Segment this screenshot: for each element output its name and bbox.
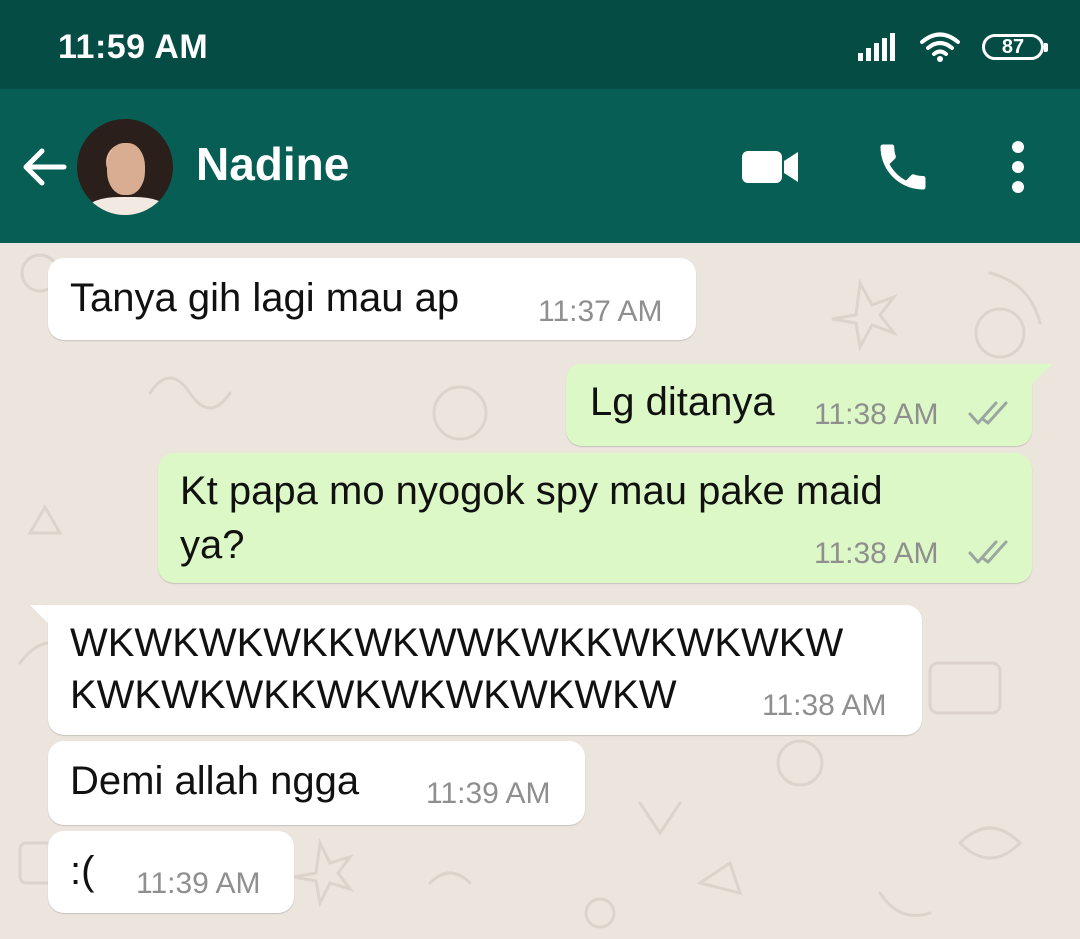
message-text-line: KWKWKWKKWKWKWKWKWKW [70,673,677,717]
message-text: :( [70,849,95,893]
status-bar: 11:59 AM 87 [0,0,1080,89]
message-bubble-outgoing[interactable]: Kt papa mo nyogok spy mau pake maid ya? … [158,453,1032,583]
battery-icon: 87 [982,34,1048,60]
message-time: 11:39 AM [136,867,261,900]
chat-area[interactable]: Tanya gih lagi mau ap 11:37 AM Lg ditany… [0,243,1080,939]
message-text: Tanya gih lagi mau ap [70,276,460,320]
message-bubble-incoming[interactable]: Tanya gih lagi mau ap 11:37 AM [48,258,696,340]
message-text: Demi allah ngga [70,759,360,803]
battery-level: 87 [1001,35,1025,58]
message-text-line: WKWKWKWKKWKWWKWKKWKWKWKW [70,621,844,665]
message-text-line: Kt papa mo nyogok spy mau pake maid [180,469,883,513]
double-check-icon [968,401,1008,425]
message-bubble-incoming[interactable]: Demi allah ngga 11:39 AM [48,741,585,825]
status-icons: 87 [858,30,1048,64]
message-time: 11:38 AM [814,398,939,431]
double-check-icon [968,540,1008,564]
wifi-icon [920,32,960,62]
message-text: Lg ditanya [590,380,775,424]
avatar-face [107,143,145,195]
message-time: 11:38 AM [814,537,939,570]
message-time: 11:39 AM [426,777,551,810]
status-time: 11:59 AM [58,28,209,66]
video-call-icon[interactable] [740,137,800,197]
signal-icon [858,33,895,61]
message-bubble-outgoing[interactable]: Lg ditanya 11:38 AM [566,364,1032,446]
chat-header: Nadine [0,89,1080,243]
message-bubble-incoming[interactable]: WKWKWKWKKWKWWKWKKWKWKWKW KWKWKWKKWKWKWKW… [48,605,922,735]
avatar-shirt [87,197,167,215]
avatar[interactable] [77,119,173,215]
bubble-tail-outgoing [1030,364,1052,386]
message-time: 11:37 AM [538,295,663,328]
message-text-line: ya? [180,523,245,567]
message-bubble-incoming[interactable]: :( 11:39 AM [48,831,294,913]
voice-call-icon[interactable] [873,137,933,197]
back-arrow-icon[interactable] [18,141,70,193]
message-time: 11:38 AM [762,689,887,722]
contact-name[interactable]: Nadine [196,137,349,191]
more-options-icon[interactable] [1000,137,1036,197]
